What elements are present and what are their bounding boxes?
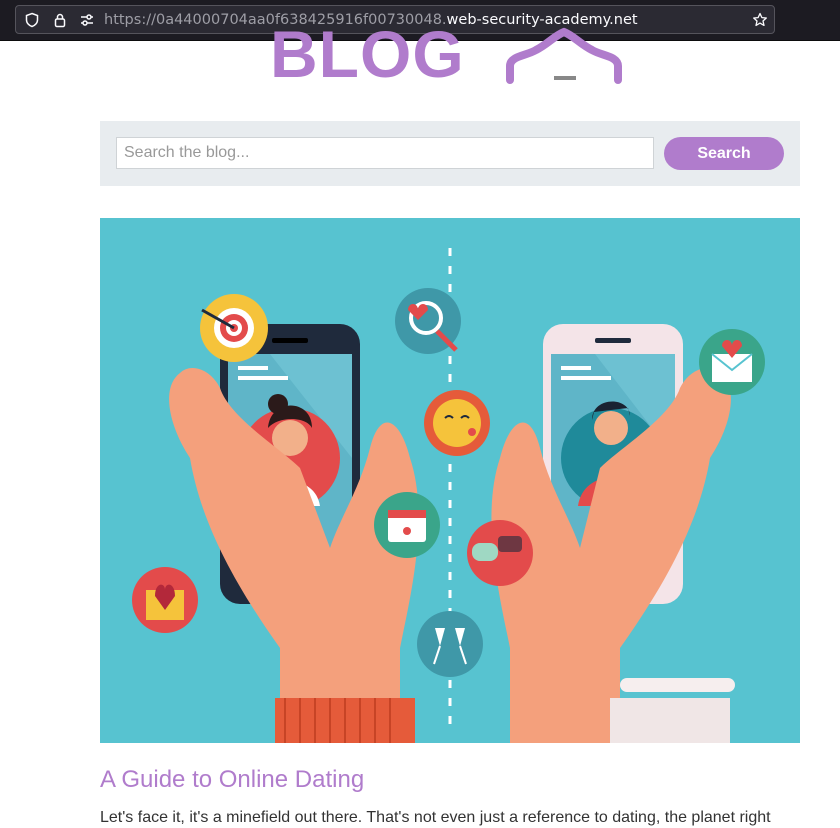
- search-input[interactable]: [116, 137, 654, 169]
- post-image[interactable]: [100, 218, 800, 743]
- kiss-emoji-badge: [424, 390, 490, 456]
- shield-icon[interactable]: [24, 12, 40, 28]
- envelope-heart-badge: [699, 329, 765, 395]
- logo-brace-icon: [506, 27, 622, 84]
- target-heart-badge: [200, 294, 268, 362]
- map-heart-badge: [132, 567, 198, 633]
- chat-hearts-badge: [467, 520, 533, 586]
- search-button[interactable]: Search: [664, 137, 784, 170]
- blog-logo[interactable]: BLOG: [268, 22, 628, 84]
- blog-logo-text: BLOG: [270, 22, 465, 84]
- post-excerpt: Let's face it, it's a minefield out ther…: [100, 809, 771, 826]
- search-hearts-badge: [395, 288, 461, 354]
- search-panel: Search: [100, 121, 800, 186]
- lock-icon[interactable]: [52, 12, 68, 28]
- calendar-badge: [374, 492, 440, 558]
- post-title-link[interactable]: A Guide to Online Dating: [100, 766, 364, 794]
- wine-glasses-badge: [417, 611, 483, 677]
- site-permissions-icon[interactable]: [79, 12, 95, 28]
- bookmark-star-icon[interactable]: [752, 12, 768, 28]
